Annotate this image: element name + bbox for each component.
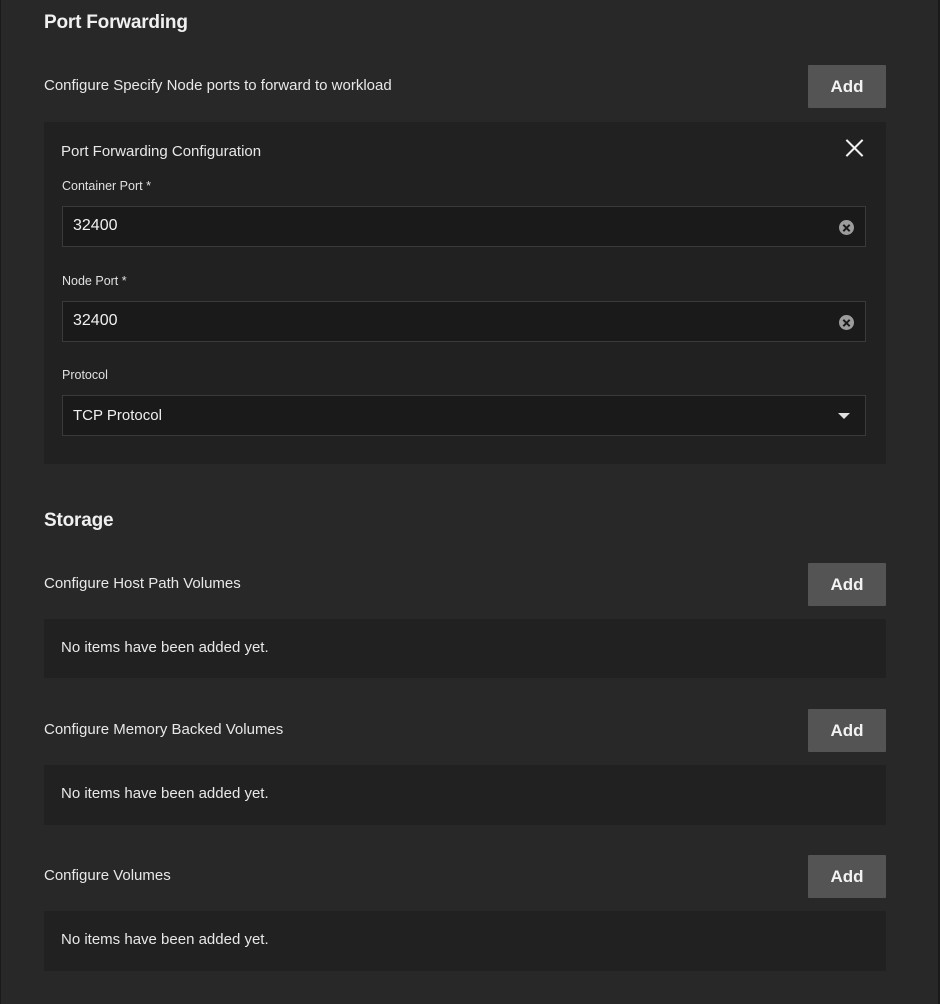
window-border-left [0,0,1,1004]
volumes-empty-text: No items have been added yet. [61,931,269,948]
volumes-label: Configure Volumes [44,867,171,884]
clear-icon[interactable] [839,315,854,330]
protocol-selected-value: TCP Protocol [73,407,162,424]
host-path-volumes-label: Configure Host Path Volumes [44,575,241,592]
node-port-value: 32400 [73,312,118,329]
protocol-select[interactable]: TCP Protocol [62,395,866,436]
container-port-label: Container Port * [62,179,151,193]
close-icon[interactable] [844,138,864,158]
port-forwarding-configure-label: Configure Specify Node ports to forward … [44,77,392,94]
chevron-down-icon[interactable] [838,413,850,419]
volumes-list: No items have been added yet. [44,911,886,971]
memory-backed-volumes-list: No items have been added yet. [44,765,886,825]
container-port-value: 32400 [73,217,118,234]
port-forwarding-title: Port Forwarding [44,12,188,33]
container-port-field[interactable]: 32400 [62,206,866,247]
memory-backed-empty-text: No items have been added yet. [61,785,269,802]
memory-backed-volumes-label: Configure Memory Backed Volumes [44,721,284,738]
node-port-label: Node Port * [62,274,127,288]
port-forwarding-config-panel: Port Forwarding Configuration Container … [44,122,886,464]
port-forwarding-config-title: Port Forwarding Configuration [61,143,262,160]
node-port-field[interactable]: 32400 [62,301,866,342]
protocol-label: Protocol [62,368,108,382]
add-host-path-volume-button[interactable]: Add [808,563,886,606]
clear-icon[interactable] [839,220,854,235]
storage-title: Storage [44,510,114,531]
add-port-forwarding-button[interactable]: Add [808,65,886,108]
add-volume-button[interactable]: Add [808,855,886,898]
host-path-empty-text: No items have been added yet. [61,639,269,656]
add-memory-backed-volume-button[interactable]: Add [808,709,886,752]
host-path-volumes-list: No items have been added yet. [44,619,886,678]
